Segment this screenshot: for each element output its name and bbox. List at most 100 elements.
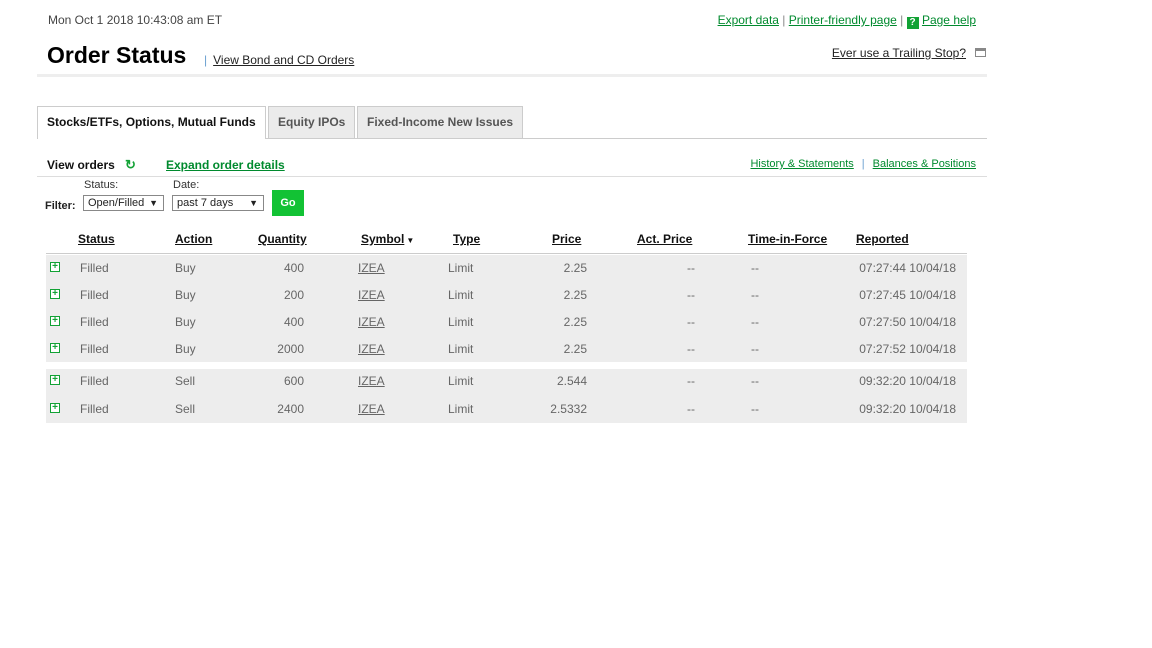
col-type[interactable]: Type bbox=[453, 232, 480, 246]
order-action: Buy bbox=[175, 261, 196, 275]
order-status: Filled bbox=[80, 288, 109, 302]
popup-window-icon[interactable] bbox=[975, 48, 986, 57]
order-status: Filled bbox=[80, 342, 109, 356]
order-type: Limit bbox=[448, 402, 474, 416]
order-quantity: 2400 bbox=[277, 402, 304, 416]
filter-label: Filter: bbox=[45, 200, 76, 212]
tab-fixed-income-new-issues[interactable]: Fixed-Income New Issues bbox=[357, 106, 524, 139]
date-select-value: past 7 days bbox=[177, 197, 234, 209]
export-data-link[interactable]: Export data bbox=[718, 13, 779, 27]
order-price: 2.25 bbox=[563, 261, 587, 275]
expand-row-icon[interactable]: + bbox=[50, 289, 60, 299]
order-row: + Filled Buy 400 IZEA Limit 2.25 -- -- 07:27:44 1… bbox=[46, 255, 967, 282]
page-title: Order Status bbox=[47, 42, 187, 68]
order-tif: -- bbox=[751, 342, 759, 356]
order-reported: 09:32:20 10/04/18 bbox=[859, 374, 956, 388]
date-select[interactable]: past 7 days ▼ bbox=[172, 195, 264, 211]
order-quantity: 400 bbox=[283, 261, 304, 275]
order-quantity: 600 bbox=[283, 374, 304, 388]
col-action[interactable]: Action bbox=[175, 232, 212, 246]
col-act-price[interactable]: Act. Price bbox=[637, 232, 692, 246]
status-filter-label: Status: bbox=[84, 179, 119, 191]
col-status[interactable]: Status bbox=[78, 232, 115, 246]
order-row: + Filled Sell 600 IZEA Limit 2.544 -- -- 09:32:20… bbox=[46, 368, 967, 395]
order-row: + Filled Buy 200 IZEA Limit 2.25 -- -- 07:27:45 1… bbox=[46, 282, 967, 309]
order-symbol[interactable]: IZEA bbox=[358, 261, 385, 275]
view-orders-label: View orders bbox=[47, 158, 115, 172]
order-price: 2.5332 bbox=[550, 402, 587, 416]
order-type: Limit bbox=[448, 342, 474, 356]
order-price: 2.25 bbox=[563, 315, 587, 329]
order-row: + Filled Sell 2400 IZEA Limit 2.5332 -- -- 09:32:… bbox=[46, 396, 967, 423]
order-reported: 07:27:50 10/04/18 bbox=[859, 315, 956, 329]
order-quantity: 200 bbox=[283, 288, 304, 302]
col-symbol-label: Symbol bbox=[361, 232, 405, 246]
order-symbol[interactable]: IZEA bbox=[358, 402, 385, 416]
order-status: Filled bbox=[80, 315, 109, 329]
order-act-price: -- bbox=[687, 261, 695, 275]
col-time-in-force[interactable]: Time-in-Force bbox=[748, 232, 827, 246]
col-reported[interactable]: Reported bbox=[856, 232, 909, 246]
col-price[interactable]: Price bbox=[552, 232, 581, 246]
order-reported: 07:27:44 10/04/18 bbox=[859, 261, 956, 275]
order-act-price: -- bbox=[687, 402, 695, 416]
tab-equity-ipos[interactable]: Equity IPOs bbox=[268, 106, 356, 139]
tab-stocks-etfs-options-mutual-funds-active[interactable]: Stocks/ETFs, Options, Mutual Funds bbox=[37, 106, 266, 139]
order-status: Filled bbox=[80, 374, 109, 388]
order-type: Limit bbox=[448, 315, 474, 329]
go-button[interactable]: Go bbox=[272, 190, 304, 216]
order-quantity: 2000 bbox=[277, 342, 304, 356]
order-status: Filled bbox=[80, 402, 109, 416]
expand-row-icon[interactable]: + bbox=[50, 375, 60, 385]
order-type: Limit bbox=[448, 261, 474, 275]
sort-desc-icon: ▼ bbox=[406, 236, 415, 245]
right-links: History & Statements | Balances & Position… bbox=[750, 158, 976, 170]
order-price: 2.544 bbox=[556, 374, 587, 388]
expand-row-icon[interactable]: + bbox=[50, 262, 60, 272]
expand-order-details-link[interactable]: Expand order details bbox=[166, 158, 285, 172]
view-bond-cd-orders-link[interactable]: View Bond and CD Orders bbox=[213, 53, 354, 67]
order-price: 2.25 bbox=[563, 288, 587, 302]
order-tif: -- bbox=[751, 402, 759, 416]
refresh-icon[interactable]: ↻ bbox=[125, 157, 136, 173]
order-act-price: -- bbox=[687, 374, 695, 388]
order-symbol[interactable]: IZEA bbox=[358, 374, 385, 388]
expand-row-icon[interactable]: + bbox=[50, 316, 60, 326]
dropdown-arrow-icon: ▼ bbox=[149, 198, 158, 208]
status-select-value: Open/Filled bbox=[88, 197, 145, 209]
order-symbol[interactable]: IZEA bbox=[358, 315, 385, 329]
order-symbol[interactable]: IZEA bbox=[358, 288, 385, 302]
order-row: + Filled Buy 400 IZEA Limit 2.25 -- -- 07:27:50 1… bbox=[46, 309, 967, 336]
bond-link-wrap: | View Bond and CD Orders bbox=[204, 53, 354, 67]
expand-row-icon[interactable]: + bbox=[50, 343, 60, 353]
help-icon: ? bbox=[906, 17, 919, 29]
order-act-price: -- bbox=[687, 288, 695, 302]
top-links: Export data | Printer-friendly page | ? … bbox=[717, 13, 976, 29]
order-reported: 07:27:45 10/04/18 bbox=[859, 288, 956, 302]
separator: | bbox=[204, 53, 208, 67]
page-help-link[interactable]: Page help bbox=[922, 13, 976, 27]
order-quantity: 400 bbox=[283, 315, 304, 329]
trailing-stop-link[interactable]: Ever use a Trailing Stop? bbox=[832, 46, 966, 60]
buy-orders-group: + Filled Buy 400 IZEA Limit 2.25 -- -- 07:27:44 1… bbox=[46, 255, 967, 362]
status-select[interactable]: Open/Filled ▼ bbox=[83, 195, 164, 211]
order-act-price: -- bbox=[687, 342, 695, 356]
order-action: Sell bbox=[175, 402, 196, 416]
order-tif: -- bbox=[751, 288, 759, 302]
expand-row-icon[interactable]: + bbox=[50, 403, 60, 413]
order-tif: -- bbox=[751, 315, 759, 329]
order-reported: 09:32:20 10/04/18 bbox=[859, 402, 956, 416]
col-quantity[interactable]: Quantity bbox=[258, 232, 307, 246]
order-price: 2.25 bbox=[563, 342, 587, 356]
sell-orders-group: + Filled Sell 600 IZEA Limit 2.544 -- -- 09:32:20… bbox=[46, 369, 967, 423]
printer-friendly-link[interactable]: Printer-friendly page bbox=[789, 13, 897, 27]
balances-positions-link[interactable]: Balances & Positions bbox=[873, 158, 976, 170]
history-statements-link[interactable]: History & Statements bbox=[750, 158, 853, 170]
order-type: Limit bbox=[448, 288, 474, 302]
order-tif: -- bbox=[751, 374, 759, 388]
col-symbol[interactable]: Symbol ▼ bbox=[361, 232, 414, 246]
order-act-price: -- bbox=[687, 315, 695, 329]
order-symbol[interactable]: IZEA bbox=[358, 342, 385, 356]
divider bbox=[37, 74, 987, 77]
order-action: Buy bbox=[175, 315, 196, 329]
